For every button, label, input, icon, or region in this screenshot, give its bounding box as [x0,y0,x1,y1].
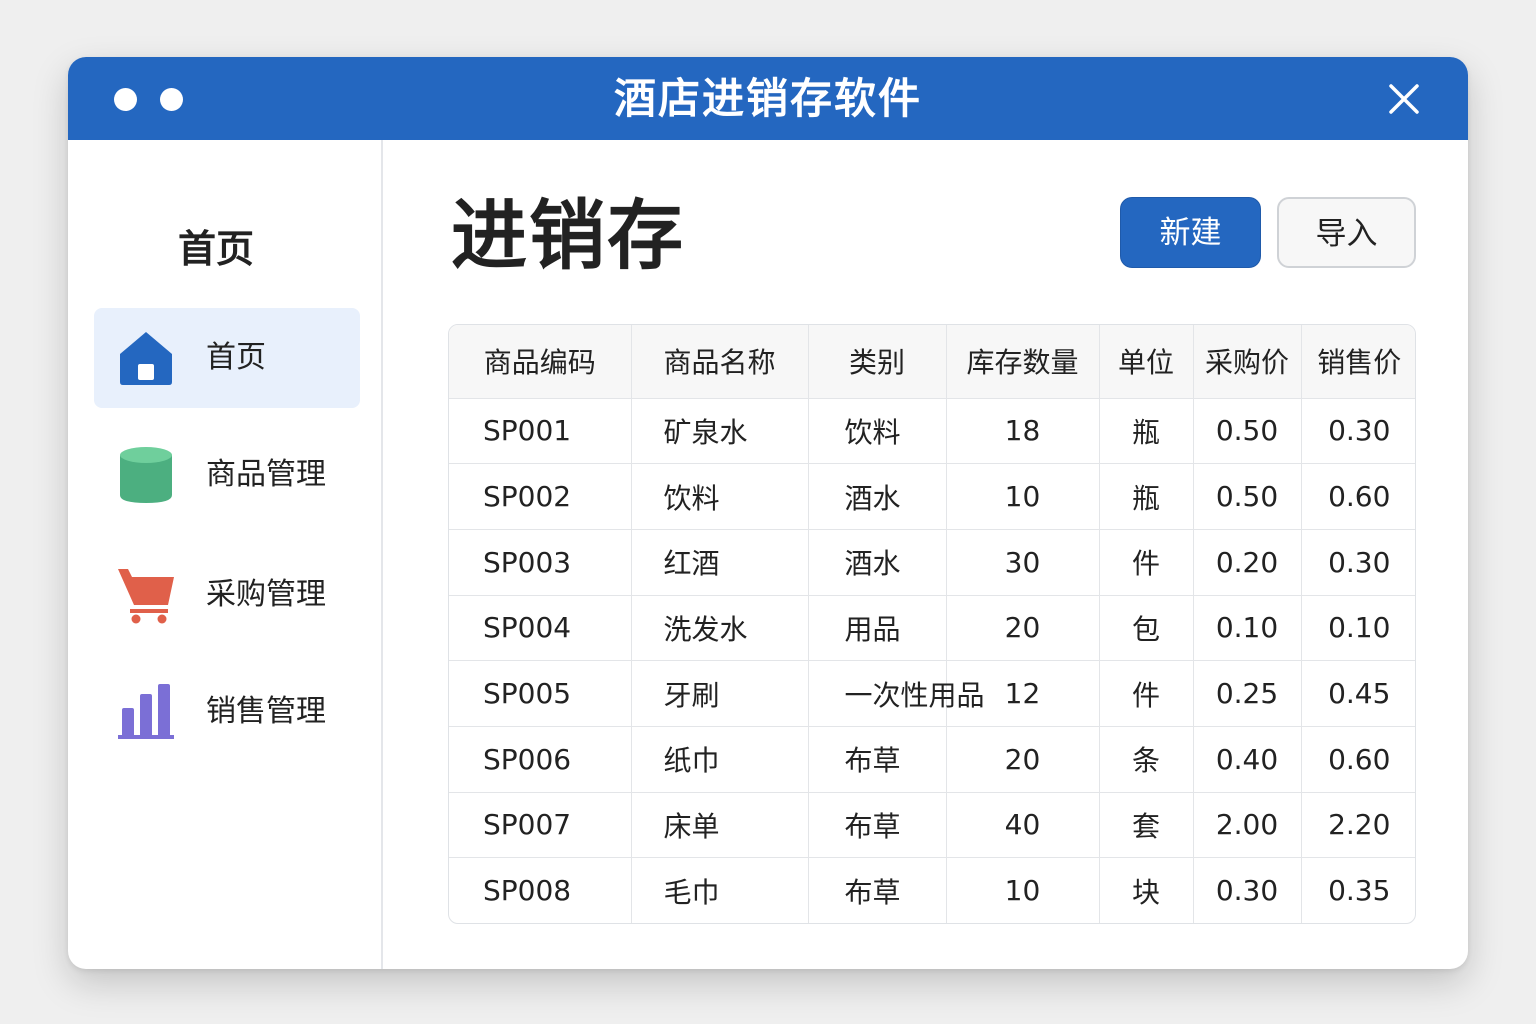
cell-name: 纸巾 [631,726,809,793]
table-row[interactable]: SP004 洗发水 用品 20 包 0.10 0.10 [449,595,1415,662]
cell-purchase-price: 0.40 [1193,726,1302,793]
cell-sale-price: 0.60 [1301,726,1415,793]
cell-purchase-price: 0.30 [1193,857,1302,923]
cell-unit: 瓶 [1099,398,1194,465]
cell-category: 布草 [808,792,947,859]
cell-stock: 10 [946,463,1100,530]
table-row[interactable]: SP005 牙刷 一次性用品 12 件 0.25 0.45 [449,660,1415,727]
database-icon [116,445,176,505]
cell-purchase-price: 0.10 [1193,595,1302,662]
cell-category: 酒水 [808,529,947,596]
cell-category: 饮料 [808,398,947,465]
sidebar-title: 首页 [178,227,255,271]
column-header[interactable]: 销售价 [1301,325,1415,399]
app-window: 酒店进销存软件 首页 首页 商品管理 采购管理 销售管理 进销存 新建 导入 商… [68,57,1468,969]
cell-stock: 40 [946,792,1100,859]
cell-name: 饮料 [631,463,809,530]
new-button[interactable]: 新建 [1120,197,1261,268]
cell-stock: 20 [946,726,1100,793]
cell-sale-price: 0.10 [1301,595,1415,662]
cell-stock: 20 [946,595,1100,662]
cell-stock: 10 [946,857,1100,923]
cell-code: SP007 [449,792,632,859]
cell-sale-price: 0.45 [1301,660,1415,727]
import-button[interactable]: 导入 [1277,197,1416,268]
column-header[interactable]: 商品编码 [449,325,632,399]
cell-name: 床单 [631,792,809,859]
sidebar-item-home[interactable]: 首页 [94,308,360,408]
cell-unit: 件 [1099,660,1194,727]
table-row[interactable]: SP006 纸巾 布草 20 条 0.40 0.60 [449,726,1415,793]
table-row[interactable]: SP007 床单 布草 40 套 2.00 2.20 [449,792,1415,859]
column-header[interactable]: 商品名称 [631,325,809,399]
sidebar-item-label: 商品管理 [206,457,326,492]
table-header-row: 商品编码 商品名称 类别 库存数量 单位 采购价 销售价 [449,325,1415,399]
cell-stock: 30 [946,529,1100,596]
column-header[interactable]: 类别 [808,325,947,399]
cell-category: 一次性用品 [808,660,985,727]
cell-stock: 18 [946,398,1100,465]
sidebar-item-label: 销售管理 [206,694,326,729]
cell-code: SP004 [449,595,632,662]
table-row[interactable]: SP002 饮料 酒水 10 瓶 0.50 0.60 [449,463,1415,530]
column-header[interactable]: 库存数量 [946,325,1100,399]
close-button[interactable] [1384,79,1424,119]
sidebar-item-label: 首页 [206,340,266,375]
cell-unit: 瓶 [1099,463,1194,530]
cell-unit: 件 [1099,529,1194,596]
cell-code: SP005 [449,660,632,727]
cell-code: SP002 [449,463,632,530]
cell-sale-price: 0.30 [1301,398,1415,465]
column-header[interactable]: 采购价 [1193,325,1302,399]
cell-name: 洗发水 [631,595,809,662]
cell-code: SP001 [449,398,632,465]
cell-sale-price: 0.30 [1301,529,1415,596]
bar-chart-icon [116,682,176,742]
cell-code: SP003 [449,529,632,596]
table-row[interactable]: SP001 矿泉水 饮料 18 瓶 0.50 0.30 [449,398,1415,465]
cell-name: 矿泉水 [631,398,809,465]
cell-name: 牙刷 [631,660,809,727]
cell-purchase-price: 0.20 [1193,529,1302,596]
cart-icon [116,565,176,625]
cell-purchase-price: 0.50 [1193,463,1302,530]
table-row[interactable]: SP008 毛巾 布草 10 块 0.30 0.35 [449,857,1415,923]
cell-sale-price: 0.35 [1328,874,1391,908]
cell-category: 酒水 [808,463,947,530]
cell-purchase-price: 0.25 [1193,660,1302,727]
sidebar-item-label: 采购管理 [206,577,326,612]
sidebar-item-products[interactable]: 商品管理 [94,425,360,525]
cell-unit: 包 [1099,595,1194,662]
cell-category: 用品 [808,595,947,662]
column-header[interactable]: 单位 [1099,325,1194,399]
cell-code: SP008 [449,857,632,923]
cell-purchase-price: 2.00 [1193,792,1302,859]
cell-unit: 块 [1099,857,1194,923]
close-icon [1389,84,1419,114]
cell-category: 布草 [808,857,947,923]
cell-unit: 套 [1099,792,1194,859]
sidebar-item-sales[interactable]: 销售管理 [94,662,360,762]
sidebar-item-purchase[interactable]: 采购管理 [94,545,360,645]
sidebar: 首页 首页 商品管理 采购管理 销售管理 [68,140,383,969]
table-row[interactable]: SP003 红酒 酒水 30 件 0.20 0.30 [449,529,1415,596]
app-title: 酒店进销存软件 [613,74,922,123]
cell-sale-price: 0.60 [1301,463,1415,530]
cell-code: SP006 [449,726,632,793]
title-bar: 酒店进销存软件 [68,57,1468,140]
inventory-table: 商品编码 商品名称 类别 库存数量 单位 采购价 销售价 SP001 矿泉水 饮… [448,324,1416,924]
cell-unit: 条 [1099,726,1194,793]
cell-purchase-price: 0.50 [1193,398,1302,465]
cell-name: 毛巾 [631,857,809,923]
cell-name: 红酒 [631,529,809,596]
home-icon [116,328,176,388]
page-title: 进销存 [451,191,685,280]
cell-sale-price: 2.20 [1301,792,1415,859]
cell-category: 布草 [808,726,947,793]
